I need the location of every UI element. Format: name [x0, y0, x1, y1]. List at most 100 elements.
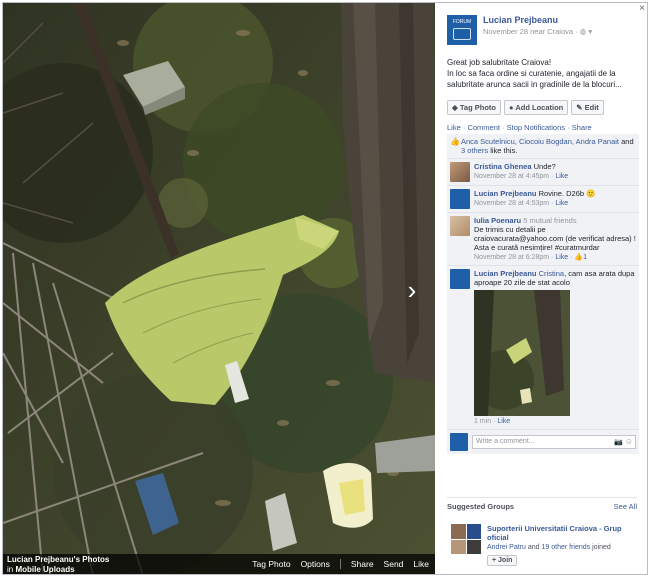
comment-time[interactable]: November 28 at 4:53pm	[474, 200, 549, 207]
comment-like-count[interactable]: 1	[583, 254, 587, 261]
post-meta: November 28 near Craiova · ◍ ▾	[483, 27, 592, 36]
join-group-button[interactable]: + Join	[487, 555, 518, 566]
tag-photo-button[interactable]: ◆ Tag Photo	[447, 100, 501, 115]
photo-viewer: › Lucian Prejbeanu's Photos in Mobile Up…	[2, 2, 648, 575]
album-name-link[interactable]: Mobile Uploads	[15, 565, 74, 574]
comment-text: Unde?	[533, 162, 556, 171]
comment-item: Iulia Poenaru 5 mutual friends De trimis…	[447, 213, 639, 266]
comment-photo[interactable]	[474, 290, 570, 416]
mutual-friends[interactable]: 5 mutual friends	[523, 216, 576, 225]
post-text: Great job salubritate Craiova! In loc sa…	[447, 57, 643, 90]
comment-author[interactable]: Iulia Poenaru	[474, 216, 521, 225]
photo-bottom-bar: Lucian Prejbeanu's Photos in Mobile Uplo…	[3, 554, 435, 574]
avatar[interactable]	[450, 216, 470, 236]
options-action[interactable]: Options	[301, 559, 330, 569]
camera-icon[interactable]: 📷	[614, 438, 623, 446]
comment-like-link[interactable]: Like	[555, 173, 568, 180]
comment-like-link[interactable]: Like	[555, 200, 568, 207]
comment-time[interactable]: November 28 at 4:45pm	[474, 173, 549, 180]
page-avatar[interactable]: FORUM	[447, 15, 477, 45]
group-joined-info: Andrei Patru and 19 other friends joined	[487, 544, 611, 551]
write-comment-row: Write a comment... 📷 ☺	[447, 430, 639, 454]
comment-like-link[interactable]: Like	[555, 254, 568, 261]
post-links: Like · Comment · Stop Notifications · Sh…	[447, 123, 592, 132]
comment-author[interactable]: Lucian Prejbeanu	[474, 189, 537, 198]
comment-placeholder: Write a comment...	[476, 438, 535, 445]
suggested-groups: Suggested Groups See All Suporterii Univ…	[447, 497, 637, 574]
comment-photo-scene	[474, 290, 570, 416]
page-logo-lettering: FORUM	[452, 19, 472, 25]
comment-item: Lucian Prejbeanu Cristina, cam asa arata…	[447, 266, 639, 430]
album-title-link[interactable]: Lucian Prejbeanu's Photos	[7, 555, 109, 564]
add-location-label: Add Location	[515, 103, 564, 112]
post-action-buttons: ◆ Tag Photo ● Add Location ✎ Edit	[447, 100, 604, 115]
separator-dot: ·	[567, 123, 570, 132]
edit-label: Edit	[584, 103, 599, 112]
suggested-group-item: Suporterii Universitatii Craiova - Grup …	[447, 524, 637, 574]
like-action[interactable]: Like	[413, 559, 429, 569]
globe-icon[interactable]: · ◍ ▾	[575, 27, 592, 36]
likers-names[interactable]: Anca Scutelnicu, Ciocoiu Bogdan, Andra P…	[461, 137, 619, 146]
suggested-groups-heading: Suggested Groups	[447, 502, 515, 511]
comment-time[interactable]: November 28 at 6:28pm	[474, 254, 549, 261]
post-date[interactable]: November 28 near Craiova	[483, 27, 573, 36]
next-photo-chevron-icon[interactable]: ›	[401, 275, 423, 305]
send-action[interactable]: Send	[384, 559, 404, 569]
joined-and: and	[527, 544, 540, 551]
avatar	[450, 433, 468, 451]
page-logo-shape	[453, 28, 471, 40]
comment-author[interactable]: Lucian Prejbeanu	[474, 269, 537, 278]
see-all-link[interactable]: See All	[614, 502, 637, 511]
close-icon[interactable]: ×	[639, 3, 645, 14]
comment-item: Cristina Ghenea Unde? November 28 at 4:4…	[447, 159, 639, 186]
joined-suffix: joined	[592, 544, 611, 551]
main-photo[interactable]: › Lucian Prejbeanu's Photos in Mobile Up…	[3, 3, 435, 574]
tag-photo-action[interactable]: Tag Photo	[252, 559, 290, 569]
add-location-button[interactable]: ● Add Location	[503, 100, 569, 115]
divider	[339, 559, 341, 569]
comment-link[interactable]: Comment	[467, 123, 500, 132]
avatar[interactable]	[450, 269, 470, 289]
album-caption: Lucian Prejbeanu's Photos in Mobile Uplo…	[7, 555, 109, 574]
post-side-panel: × FORUM Lucian Prejbeanu November 28 nea…	[435, 3, 647, 574]
likes-others-link[interactable]: 3 others	[461, 146, 488, 155]
thumbs-up-icon: 👍	[574, 254, 584, 261]
group-thumbnail[interactable]	[451, 524, 481, 554]
comments-section: 👍 Anca Scutelnicu, Ciocoiu Bogdan, Andra…	[447, 134, 639, 454]
group-name-link[interactable]: Suporterii Universitatii Craiova - Grup …	[487, 524, 635, 542]
location-pin-icon: ●	[508, 103, 514, 112]
tag-icon: ◆	[452, 103, 458, 112]
likes-and: and	[621, 137, 634, 146]
tag-photo-label: Tag Photo	[459, 103, 496, 112]
pencil-icon: ✎	[576, 103, 583, 112]
edit-button[interactable]: ✎ Edit	[571, 100, 604, 115]
separator-dot: ·	[462, 123, 466, 132]
like-link[interactable]: Like	[447, 123, 461, 132]
album-in-label: in	[7, 565, 14, 574]
photo-scene	[3, 3, 435, 574]
avatar[interactable]	[450, 162, 470, 182]
comment-input[interactable]: Write a comment... 📷 ☺	[472, 435, 636, 449]
comment-text: Rovine. D26b 🙂	[538, 189, 596, 198]
likes-summary: 👍 Anca Scutelnicu, Ciocoiu Bogdan, Andra…	[447, 134, 639, 159]
post-author-link[interactable]: Lucian Prejbeanu	[483, 15, 558, 25]
comment-text: De trimis cu detalii pe craiovacurata@ya…	[474, 225, 636, 252]
comment-time[interactable]: 1 min	[474, 418, 491, 425]
smiley-icon[interactable]: ☺	[625, 437, 633, 446]
likes-suffix: like this.	[490, 146, 518, 155]
separator-dot: ·	[502, 123, 505, 132]
joined-others-link[interactable]: 19 other friends	[542, 544, 591, 551]
thumbs-up-icon: 👍	[450, 137, 460, 146]
comment-like-link[interactable]: Like	[497, 418, 510, 425]
post-text-line1: Great job salubritate Craiova!	[447, 58, 552, 67]
comment-mention[interactable]: Cristina	[539, 269, 564, 278]
stop-notifications-link[interactable]: Stop Notifications	[507, 123, 565, 132]
share-action[interactable]: Share	[351, 559, 374, 569]
avatar[interactable]	[450, 189, 470, 209]
post-text-line2: In loc sa faca ordine si curatenie, anga…	[447, 69, 622, 89]
share-link[interactable]: Share	[572, 123, 592, 132]
comment-author[interactable]: Cristina Ghenea	[474, 162, 532, 171]
photo-actions: Tag Photo Options Share Send Like	[252, 559, 429, 569]
joined-friend-link[interactable]: Andrei Patru	[487, 544, 526, 551]
comment-item: Lucian Prejbeanu Rovine. D26b 🙂 November…	[447, 186, 639, 213]
